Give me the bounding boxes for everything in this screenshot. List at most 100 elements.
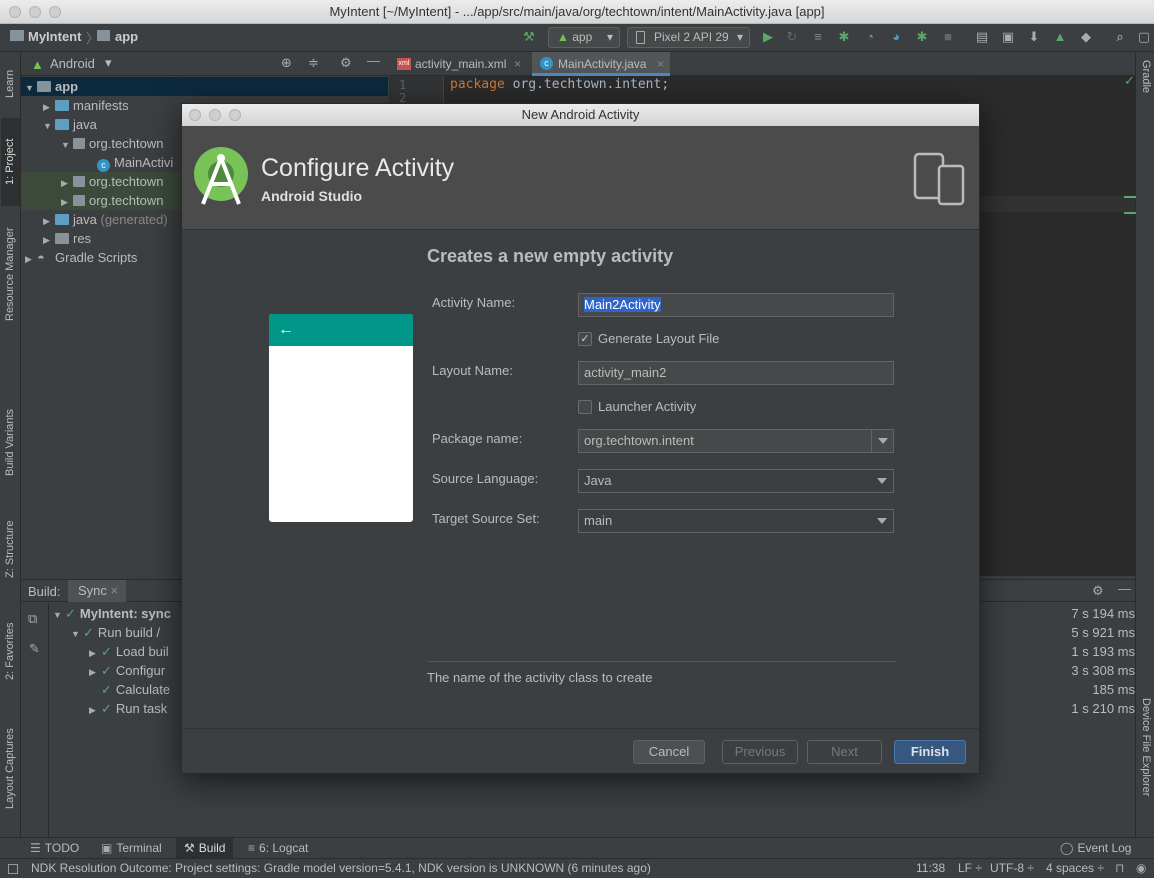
preview-app-bar: ← <box>269 314 413 346</box>
close-icon[interactable]: × <box>111 583 119 598</box>
layout-name-input[interactable]: activity_main2 <box>578 361 894 385</box>
tab-mainactivity-java[interactable]: c MainActivity.java × <box>532 52 670 76</box>
project-structure-icon[interactable]: ◆ <box>1078 29 1094 45</box>
pin-icon[interactable]: ✎ <box>29 641 40 657</box>
previous-button[interactable]: Previous <box>722 740 798 764</box>
package-icon <box>73 195 85 206</box>
chevron-down-icon[interactable]: ▾ <box>105 55 112 71</box>
device-select[interactable]: Pixel 2 API 29 ▾ <box>627 27 750 48</box>
source-language-select[interactable]: Java <box>578 469 894 493</box>
finish-button[interactable]: Finish <box>894 740 966 764</box>
device-label: Pixel 2 API 29 <box>654 30 729 44</box>
close-icon[interactable]: × <box>657 52 664 76</box>
build-row-label: MyIntent: sync <box>79 606 171 621</box>
tool-tab-event-log[interactable]: ◯ Event Log <box>1060 838 1131 858</box>
build-row[interactable]: ▼ ✓ MyIntent: sync <box>53 604 171 623</box>
close-window-button[interactable] <box>9 6 21 18</box>
generate-layout-checkbox[interactable]: ✓ <box>578 332 592 346</box>
build-row-label: Calculate <box>115 682 171 697</box>
gear-icon[interactable]: ⚙ <box>1092 583 1104 599</box>
hide-icon[interactable]: — <box>367 53 380 68</box>
build-sidebar: ⧉ ✎ <box>21 603 49 838</box>
status-message[interactable]: NDK Resolution Outcome: Project settings… <box>31 859 651 878</box>
build-row[interactable]: ▶ ✓ Run task <box>89 699 167 718</box>
indent-setting[interactable]: 4 spaces ÷ <box>1046 859 1104 878</box>
git-icon[interactable]: ◉ <box>1136 859 1146 878</box>
build-row[interactable]: ▶ ✓ Load buil <box>89 642 169 661</box>
tool-tab-resource-manager[interactable]: Resource Manager <box>1 214 20 334</box>
file-encoding[interactable]: UTF-8 ÷ <box>990 859 1034 878</box>
caret-position[interactable]: 11:38 <box>916 859 945 878</box>
tool-tab-build-variants[interactable]: Build Variants <box>1 394 20 490</box>
sync-gradle-icon[interactable]: ▤ <box>974 29 990 45</box>
avd-manager-icon[interactable]: ▣ <box>1000 29 1016 45</box>
package-name-combo[interactable]: org.techtown.intent <box>578 429 894 453</box>
tool-tab-layout-captures[interactable]: Layout Captures <box>1 714 20 824</box>
tool-tab-learn[interactable]: Learn <box>1 56 20 112</box>
search-icon[interactable]: ⌕ <box>1112 29 1128 45</box>
breadcrumb-project[interactable]: MyIntent <box>28 29 81 44</box>
build-row-label: Run task <box>115 701 168 716</box>
profile-icon[interactable]: ◔ <box>862 29 878 45</box>
logcat-icon: ≡ <box>248 841 256 855</box>
build-row[interactable]: ▼ ✓ Run build / <box>71 623 160 642</box>
tool-tab-project[interactable]: 1: Project <box>1 118 20 206</box>
gear-icon[interactable]: ⚙ <box>340 55 352 71</box>
breadcrumb-module[interactable]: app <box>115 29 138 44</box>
hide-icon[interactable]: — <box>1118 581 1131 596</box>
zoom-window-button[interactable] <box>49 6 61 18</box>
debug-icon[interactable]: ✱ <box>836 29 852 45</box>
target-source-set-select[interactable]: main <box>578 509 894 533</box>
close-icon[interactable]: × <box>514 52 521 76</box>
tool-tab-logcat[interactable]: ≡ 6: Logcat <box>248 838 308 858</box>
debug-attach-icon[interactable]: ✱ <box>914 29 930 45</box>
toggle-tool-windows-icon[interactable] <box>8 864 18 874</box>
bottom-tool-tabs: ☰ TODO ▣ Terminal ⚒ Build ≡ 6: Logcat ◯ Event… <box>0 837 1154 858</box>
activity-name-input[interactable]: Main2Activity <box>578 293 894 317</box>
tool-tab-device-file-explorer[interactable]: Device File Explorer <box>1136 698 1154 828</box>
apply-code-icon[interactable]: ≡ <box>810 29 826 45</box>
launcher-activity-label[interactable]: Launcher Activity <box>598 399 696 414</box>
sdk-manager-icon[interactable]: ⬇ <box>1026 29 1042 45</box>
layout-inspector-icon[interactable]: ▲ <box>1052 29 1068 45</box>
tab-label: MainActivity.java <box>558 57 647 71</box>
restore-icon[interactable]: ⧉ <box>28 611 37 627</box>
lock-icon[interactable]: ⊓ <box>1115 859 1124 878</box>
line-separator[interactable]: LF ÷ <box>958 859 982 878</box>
tree-item-app[interactable]: ▼ app <box>21 77 388 96</box>
minimize-window-button[interactable] <box>29 6 41 18</box>
build-row[interactable]: ▶ ✓ Configur <box>89 661 165 680</box>
window-titlebar: MyIntent [~/MyIntent] - .../app/src/main… <box>0 0 1154 24</box>
right-tool-strip: Gradle Device File Explorer <box>1135 52 1154 837</box>
build-time: 1 s 210 ms <box>1071 701 1135 716</box>
next-button[interactable]: Next <box>807 740 882 764</box>
tool-tab-gradle[interactable]: Gradle <box>1136 60 1154 116</box>
run-config-select[interactable]: ▲ app ▾ <box>548 27 620 48</box>
cancel-button[interactable]: Cancel <box>633 740 705 764</box>
tool-tab-terminal[interactable]: ▣ Terminal <box>101 838 162 858</box>
hammer-build-icon[interactable]: ⚒ <box>521 29 537 45</box>
tool-tab-todo[interactable]: ☰ TODO <box>30 838 79 858</box>
run-icon[interactable]: ▶ <box>760 29 776 45</box>
tool-tab-structure[interactable]: Z: Structure <box>1 508 20 590</box>
minimize-dialog-button[interactable] <box>209 109 221 121</box>
settings-icon[interactable]: ▢ <box>1136 29 1152 45</box>
chevron-down-icon <box>877 478 887 484</box>
attach-debugger-icon[interactable]: ◕ <box>888 29 904 45</box>
tool-tab-favorites[interactable]: 2: Favorites <box>1 612 20 690</box>
close-dialog-button[interactable] <box>189 109 201 121</box>
launcher-activity-checkbox[interactable] <box>578 400 592 414</box>
tab-sync[interactable]: Sync × <box>68 580 127 602</box>
project-view-mode[interactable]: Android <box>50 56 95 71</box>
stop-icon[interactable]: ■ <box>940 29 956 45</box>
apply-changes-icon[interactable]: ↻ <box>784 29 800 45</box>
collapse-icon[interactable]: ≑ <box>308 55 319 71</box>
locate-icon[interactable]: ⊕ <box>281 55 292 71</box>
zoom-dialog-button[interactable] <box>229 109 241 121</box>
tab-activity-main-xml[interactable]: xml activity_main.xml × <box>389 52 527 76</box>
package-dropdown-button[interactable] <box>871 430 893 452</box>
generate-layout-label[interactable]: Generate Layout File <box>598 331 719 346</box>
build-row[interactable]: ✓ Calculate <box>89 680 170 699</box>
devices-icon <box>913 152 965 206</box>
tool-tab-build[interactable]: ⚒ Build <box>176 838 234 858</box>
